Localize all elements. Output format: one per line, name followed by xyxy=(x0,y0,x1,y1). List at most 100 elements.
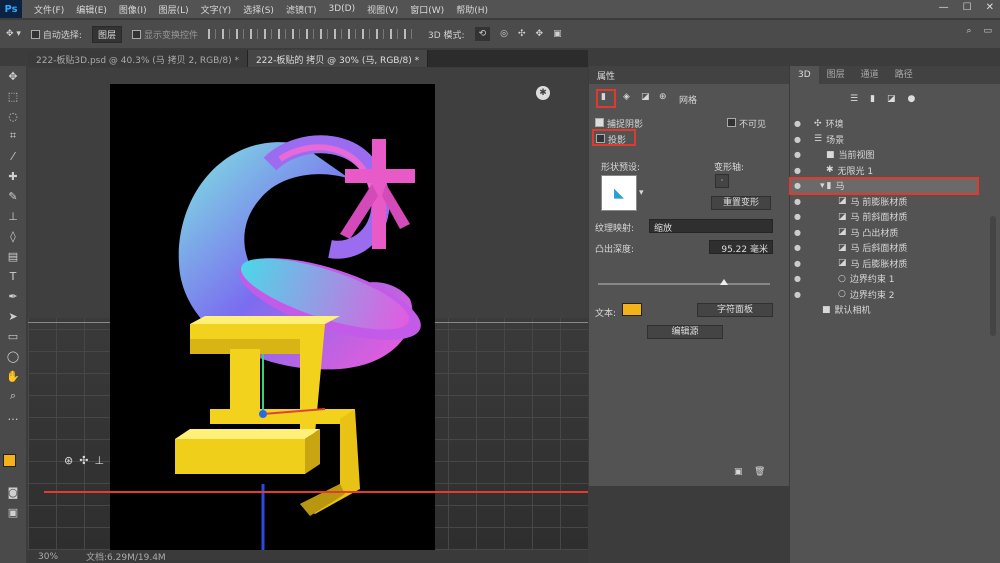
eyedropper-tool-icon[interactable]: ⁄ xyxy=(0,146,26,166)
scene-row-material[interactable]: ● ◪ 马 后斜面材质 xyxy=(790,240,1000,256)
delete-icon[interactable]: 🗑 xyxy=(754,467,765,477)
extrusion-slider-track[interactable] xyxy=(598,283,770,285)
crop-tool-icon[interactable]: ⌗ xyxy=(0,126,26,146)
text-color-swatch[interactable] xyxy=(622,303,642,316)
eraser-tool-icon[interactable]: ◊ xyxy=(0,226,26,246)
invisible-option[interactable]: 不可见 xyxy=(727,117,766,130)
edit-source-button[interactable]: 编辑源 xyxy=(647,325,723,339)
brush-tool-icon[interactable]: ✎ xyxy=(0,186,26,206)
3d-roll-icon[interactable]: ◎ xyxy=(500,29,508,39)
scene-row-material[interactable]: ● ◪ 马 前斜面材质 xyxy=(790,209,1000,225)
menu-filter[interactable]: 滤镜(T) xyxy=(286,3,317,16)
3d-orbit-icon[interactable]: ⟲ xyxy=(474,27,491,41)
render-icon[interactable]: ▣ xyxy=(734,467,743,477)
pan-axis-icon[interactable]: ✣ xyxy=(79,454,88,467)
menu-file[interactable]: 文件(F) xyxy=(34,3,64,16)
stamp-tool-icon[interactable]: ⊥ xyxy=(0,206,26,226)
visibility-eye-icon[interactable]: ● xyxy=(794,259,808,268)
visibility-eye-icon[interactable]: ● xyxy=(794,135,808,144)
visibility-eye-icon[interactable]: ● xyxy=(794,212,808,221)
chevron-down-icon[interactable]: ▾ xyxy=(820,181,825,191)
show-transform-option[interactable]: 显示变换控件 xyxy=(131,28,198,41)
scene-row-scene[interactable]: ● ☰ 场景 xyxy=(790,132,1000,148)
tab-document-2[interactable]: 222-板贴的 拷贝 @ 30% (马, RGB/8) * xyxy=(247,50,429,67)
panel-scrollbar[interactable] xyxy=(990,216,996,336)
scene-row-material[interactable]: ● ◪ 马 后膨胀材质 xyxy=(790,256,1000,272)
foreground-color-swatch[interactable] xyxy=(3,454,16,467)
properties-tab[interactable]: 属性 xyxy=(597,69,615,82)
visibility-eye-icon[interactable]: ● xyxy=(794,119,808,128)
tab-paths[interactable]: 路径 xyxy=(887,66,921,84)
filter-material-icon[interactable]: ◪ xyxy=(887,94,896,104)
marquee-tool-icon[interactable]: ⬚ xyxy=(0,86,26,106)
move-tool-icon[interactable]: ✥ ▾ xyxy=(6,29,21,39)
minimize-icon[interactable]: — xyxy=(939,2,949,13)
layer-dropdown[interactable]: 图层 xyxy=(91,25,122,43)
filter-mesh-icon[interactable]: ▮ xyxy=(870,94,875,104)
menu-select[interactable]: 选择(S) xyxy=(243,3,274,16)
path-select-tool-icon[interactable]: ➤ xyxy=(0,306,26,326)
scene-row-infinite-light[interactable]: ● ✱ 无限光 1 xyxy=(790,163,1000,179)
scene-row-constraint[interactable]: ● ○ 边界约束 1 xyxy=(790,271,1000,287)
filter-light-icon[interactable]: ● xyxy=(908,94,916,104)
orbit-axis-icon[interactable]: ⊛ xyxy=(64,454,73,467)
filter-scene-icon[interactable]: ☰ xyxy=(850,94,858,104)
3d-pan-icon[interactable]: ✣ xyxy=(518,29,526,39)
tab-layers[interactable]: 图层 xyxy=(819,66,853,84)
visibility-eye-icon[interactable]: ● xyxy=(794,243,808,252)
coordinates-tab-icon[interactable]: ⊕ xyxy=(659,92,667,102)
quick-mask-icon[interactable]: ◙ xyxy=(0,482,26,502)
maximize-icon[interactable]: ☐ xyxy=(963,2,972,13)
screen-mode-icon[interactable]: ▣ xyxy=(0,502,26,522)
menu-3d[interactable]: 3D(D) xyxy=(328,4,355,14)
canvas-area[interactable]: ⊛ ✣ ⊥ ✱ xyxy=(28,68,588,550)
healing-tool-icon[interactable]: ✚ xyxy=(0,166,26,186)
3d-axis-widget[interactable]: ⊛ ✣ ⊥ xyxy=(64,454,104,467)
hand-tool-icon[interactable]: ✋ xyxy=(0,366,26,386)
visibility-eye-icon[interactable]: ● xyxy=(794,274,808,283)
scene-row-material[interactable]: ● ◪ 马 凸出材质 xyxy=(790,225,1000,241)
shape-preset-arrow-icon[interactable]: ▾ xyxy=(639,188,644,198)
light-axis-icon[interactable]: ⊥ xyxy=(94,454,104,467)
visibility-eye-icon[interactable]: ● xyxy=(794,290,808,299)
deform-axis-widget[interactable]: · xyxy=(715,174,729,188)
shape-tool-icon[interactable]: ▭ xyxy=(0,326,26,346)
texture-map-dropdown[interactable]: 缩放 xyxy=(649,219,773,234)
align-buttons[interactable] xyxy=(208,29,418,39)
menu-edit[interactable]: 编辑(E) xyxy=(76,3,107,16)
visibility-eye-icon[interactable]: ● xyxy=(794,181,808,190)
visibility-eye-icon[interactable]: ● xyxy=(794,166,808,175)
3d-scale-icon[interactable]: ▣ xyxy=(553,29,562,39)
scene-row-material[interactable]: ● ◪ 马 前膨胀材质 xyxy=(790,194,1000,210)
document-canvas[interactable] xyxy=(110,84,435,550)
light-gizmo-icon[interactable]: ✱ xyxy=(536,86,550,100)
menu-layer[interactable]: 图层(L) xyxy=(159,3,189,16)
shape-preset-thumbnail[interactable]: ◣ xyxy=(601,175,637,211)
mesh-tab-icon[interactable]: ▮ xyxy=(601,92,606,102)
zoom-level[interactable]: 30% xyxy=(38,552,58,562)
visibility-eye-icon[interactable]: ● xyxy=(794,150,808,159)
search-icon[interactable]: ⌕ xyxy=(966,26,971,36)
gradient-tool-icon[interactable]: ▤ xyxy=(0,246,26,266)
3d-slide-icon[interactable]: ✥ xyxy=(536,29,544,39)
menu-view[interactable]: 视图(V) xyxy=(367,3,398,16)
3d-tool-icon[interactable]: ◯ xyxy=(0,346,26,366)
tab-channels[interactable]: 通道 xyxy=(853,66,887,84)
lasso-tool-icon[interactable]: ◌ xyxy=(0,106,26,126)
menu-type[interactable]: 文字(Y) xyxy=(201,3,232,16)
cap-tab-icon[interactable]: ◪ xyxy=(641,92,650,102)
tab-document-1[interactable]: 222-板贴3D.psd @ 40.3% (马 拷贝 2, RGB/8) * xyxy=(28,50,248,67)
zoom-tool-icon[interactable]: ⌕ xyxy=(0,386,26,406)
auto-select-option[interactable]: 自动选择: xyxy=(30,28,82,41)
tab-3d[interactable]: 3D xyxy=(790,66,819,84)
menu-window[interactable]: 窗口(W) xyxy=(410,3,444,16)
menu-help[interactable]: 帮助(H) xyxy=(456,3,488,16)
character-panel-button[interactable]: 字符面板 xyxy=(697,303,773,317)
extrusion-slider-handle[interactable] xyxy=(720,279,728,285)
visibility-eye-icon[interactable]: ● xyxy=(794,197,808,206)
workspace-icon[interactable]: ▭ xyxy=(983,26,992,36)
pen-tool-icon[interactable]: ✒ xyxy=(0,286,26,306)
extrusion-depth-field[interactable]: 95.22 毫米 xyxy=(709,240,773,255)
cast-shadow-option[interactable]: 投影 xyxy=(596,133,626,146)
more-tools-icon[interactable]: … xyxy=(0,406,26,426)
